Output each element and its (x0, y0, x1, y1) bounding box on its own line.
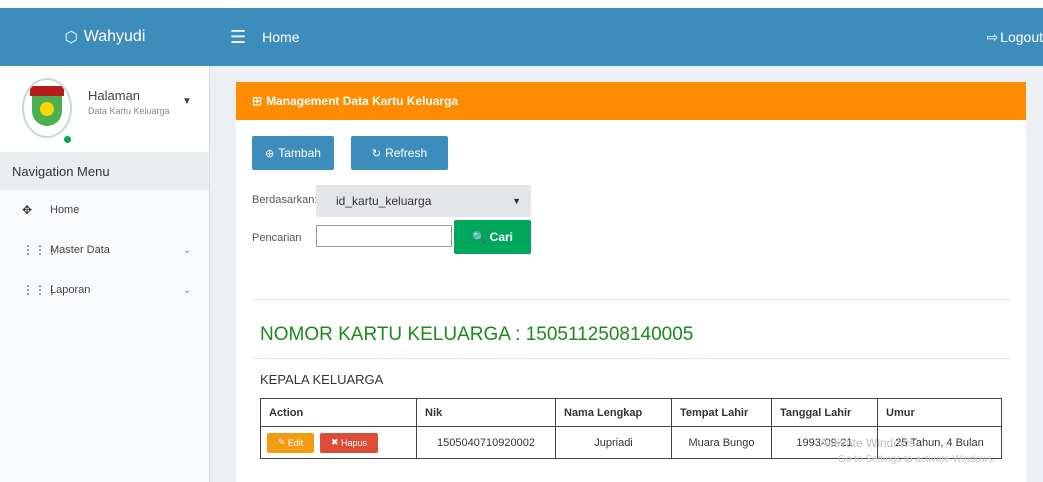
cari-label: Cari (489, 230, 514, 244)
logout-label: Logout (1000, 29, 1043, 45)
sidebar-item-label: Master Data (50, 244, 110, 256)
tambah-label: Tambah (278, 146, 321, 160)
refresh-label: Refresh (385, 146, 428, 160)
close-icon: ✖ (330, 437, 342, 447)
arrows-icon: ✥ (22, 203, 33, 217)
column-header: Action (260, 398, 417, 427)
hapus-button[interactable]: ✖ Hapus (320, 432, 378, 453)
column-header: Tanggal Lahir (771, 398, 878, 427)
logout-button[interactable]: ⇨ Logout (986, 8, 1043, 66)
sidebar-item-master-data[interactable]: ⋮⋮⋮ Master Data ⌄ (0, 230, 209, 270)
avatar (22, 78, 72, 138)
grid-icon: ⋮⋮⋮ (22, 283, 58, 297)
main-content: ⊞ Management Data Kartu Keluarga ⊕ Tamba… (210, 66, 1043, 482)
caret-down-icon[interactable]: ▼ (182, 96, 192, 107)
action-cell: ✎ Edit ✖ Hapus (260, 426, 417, 459)
search-input[interactable] (316, 225, 452, 247)
sidebar-item-label: Home (50, 204, 80, 216)
tempat-lahir-cell: Muara Bungo (671, 426, 772, 459)
page-title: Home (262, 29, 300, 45)
edit-button[interactable]: ✎ Edit (267, 432, 314, 453)
activation-watermark-sub: Go to Settings to activate Windows. (838, 454, 996, 465)
online-status-icon (64, 136, 71, 143)
hapus-label: Hapus (341, 437, 368, 448)
brand-name: Wahyudi (83, 28, 146, 45)
kk-number-title: NOMOR KARTU KELUARGA : 1505112508140005 (260, 324, 694, 345)
cari-button[interactable]: 🔍 Cari (454, 220, 531, 254)
divider (252, 358, 1010, 359)
edit-label: Edit (287, 437, 304, 448)
tambah-button[interactable]: ⊕ Tambah (252, 136, 334, 170)
panel-header: ⊞ Management Data Kartu Keluarga (236, 82, 1026, 120)
user-subtitle: Data Kartu Keluarga (88, 106, 170, 116)
nav-header: Navigation Menu (0, 152, 209, 190)
filter-select[interactable]: id_kartu_keluarga ▼ (316, 185, 531, 217)
sidebar-item-home[interactable]: ✥ Home (0, 190, 209, 230)
chevron-down-icon: ⌄ (183, 284, 191, 295)
berdasarkan-label: Berdasarkan: (252, 194, 318, 206)
brand-logo[interactable]: ⬡ Wahyudi (0, 8, 210, 66)
nama-cell: Jupriadi (555, 426, 672, 459)
hamburger-menu-icon[interactable]: ☰ (230, 27, 246, 48)
caret-down-icon: ▼ (512, 196, 521, 206)
table-header-row: Action Nik Nama Lengkap Tempat Lahir Tan… (260, 398, 1002, 427)
column-header: Nik (416, 398, 556, 427)
user-panel: Halaman Data Kartu Keluarga ▼ (0, 66, 209, 152)
sign-out-icon: ⇨ (986, 28, 999, 45)
grid-icon: ⋮⋮⋮ (22, 243, 58, 257)
sidebar: Halaman Data Kartu Keluarga ▼ Navigation… (0, 66, 210, 482)
sidebar-item-label: Laporan (50, 284, 91, 296)
data-panel: ⊞ Management Data Kartu Keluarga ⊕ Tamba… (236, 82, 1026, 482)
column-header: Umur (877, 398, 1002, 427)
plus-square-icon: ⊕ (265, 147, 275, 160)
pencarian-label: Pencarian (252, 232, 302, 244)
nik-cell: 1505040710920002 (416, 426, 556, 459)
column-header: Nama Lengkap (555, 398, 672, 427)
edit-icon: ✎ (277, 437, 288, 447)
sidebar-item-laporan[interactable]: ⋮⋮⋮ Laporan ⌄ (0, 270, 209, 310)
activation-watermark: Activate Windows (820, 436, 915, 450)
section-title: KEPALA KELUARGA (260, 372, 384, 387)
chevron-down-icon: ⌄ (183, 244, 191, 255)
refresh-button[interactable]: ↻ Refresh (351, 136, 448, 170)
column-header: Tempat Lahir (671, 398, 772, 427)
cube-icon: ⬡ (64, 29, 78, 46)
panel-title: Management Data Kartu Keluarga (266, 94, 459, 108)
table-icon: ⊞ (252, 94, 263, 108)
divider (252, 299, 1010, 300)
search-icon: 🔍 (471, 231, 486, 244)
refresh-icon: ↻ (371, 147, 382, 160)
user-name: Halaman (88, 88, 141, 103)
select-value: id_kartu_keluarga (336, 194, 432, 208)
top-navbar: ☰ Home ⇨ Logout (210, 8, 1043, 66)
